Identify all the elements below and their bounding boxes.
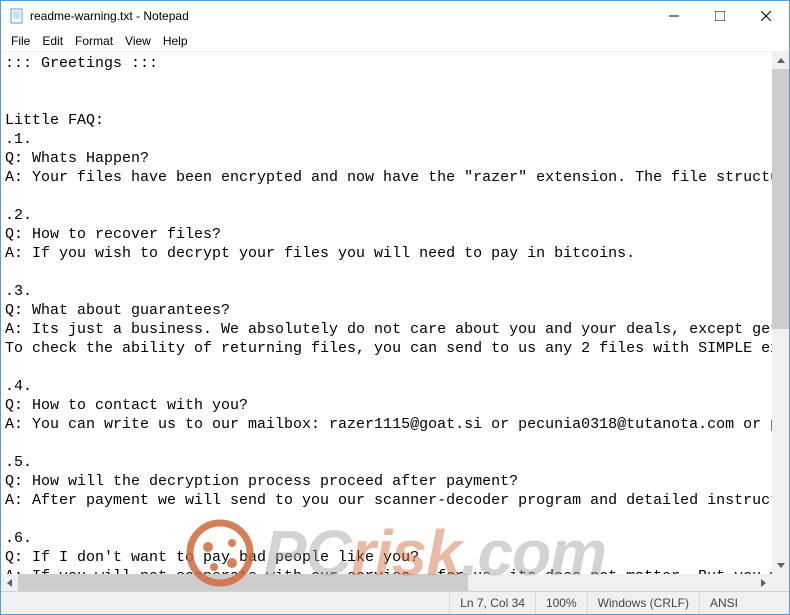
vertical-scroll-track[interactable] (772, 69, 789, 557)
scroll-left-button[interactable] (1, 574, 18, 591)
horizontal-scroll-thumb[interactable] (18, 574, 468, 591)
status-position: Ln 7, Col 34 (449, 592, 535, 614)
vertical-scroll-thumb[interactable] (772, 69, 789, 329)
maximize-button[interactable] (697, 1, 743, 31)
window-controls (651, 1, 789, 31)
editor-area: ::: Greetings ::: Little FAQ: .1. Q: Wha… (1, 51, 789, 591)
close-button[interactable] (743, 1, 789, 31)
notepad-window: readme-warning.txt - Notepad File Edit F… (0, 0, 790, 615)
horizontal-scroll-track[interactable] (18, 574, 755, 591)
menu-edit[interactable]: Edit (36, 33, 69, 49)
title-bar[interactable]: readme-warning.txt - Notepad (1, 1, 789, 31)
scroll-up-button[interactable] (772, 52, 789, 69)
menu-help[interactable]: Help (157, 33, 194, 49)
window-title: readme-warning.txt - Notepad (30, 9, 651, 23)
status-bar: Ln 7, Col 34 100% Windows (CRLF) ANSI (1, 591, 789, 614)
scroll-right-button[interactable] (755, 574, 772, 591)
text-content[interactable]: ::: Greetings ::: Little FAQ: .1. Q: Wha… (1, 52, 772, 591)
status-eol: Windows (CRLF) (587, 592, 699, 614)
status-zoom: 100% (535, 592, 587, 614)
scroll-corner (772, 574, 789, 591)
minimize-button[interactable] (651, 1, 697, 31)
menu-view[interactable]: View (119, 33, 157, 49)
scroll-down-button[interactable] (772, 557, 789, 574)
menu-format[interactable]: Format (69, 33, 119, 49)
vertical-scrollbar[interactable] (772, 52, 789, 574)
notepad-icon (9, 8, 25, 24)
horizontal-scrollbar[interactable] (1, 574, 772, 591)
menu-file[interactable]: File (5, 33, 36, 49)
menu-bar: File Edit Format View Help (1, 31, 789, 51)
status-encoding: ANSI (699, 592, 789, 614)
